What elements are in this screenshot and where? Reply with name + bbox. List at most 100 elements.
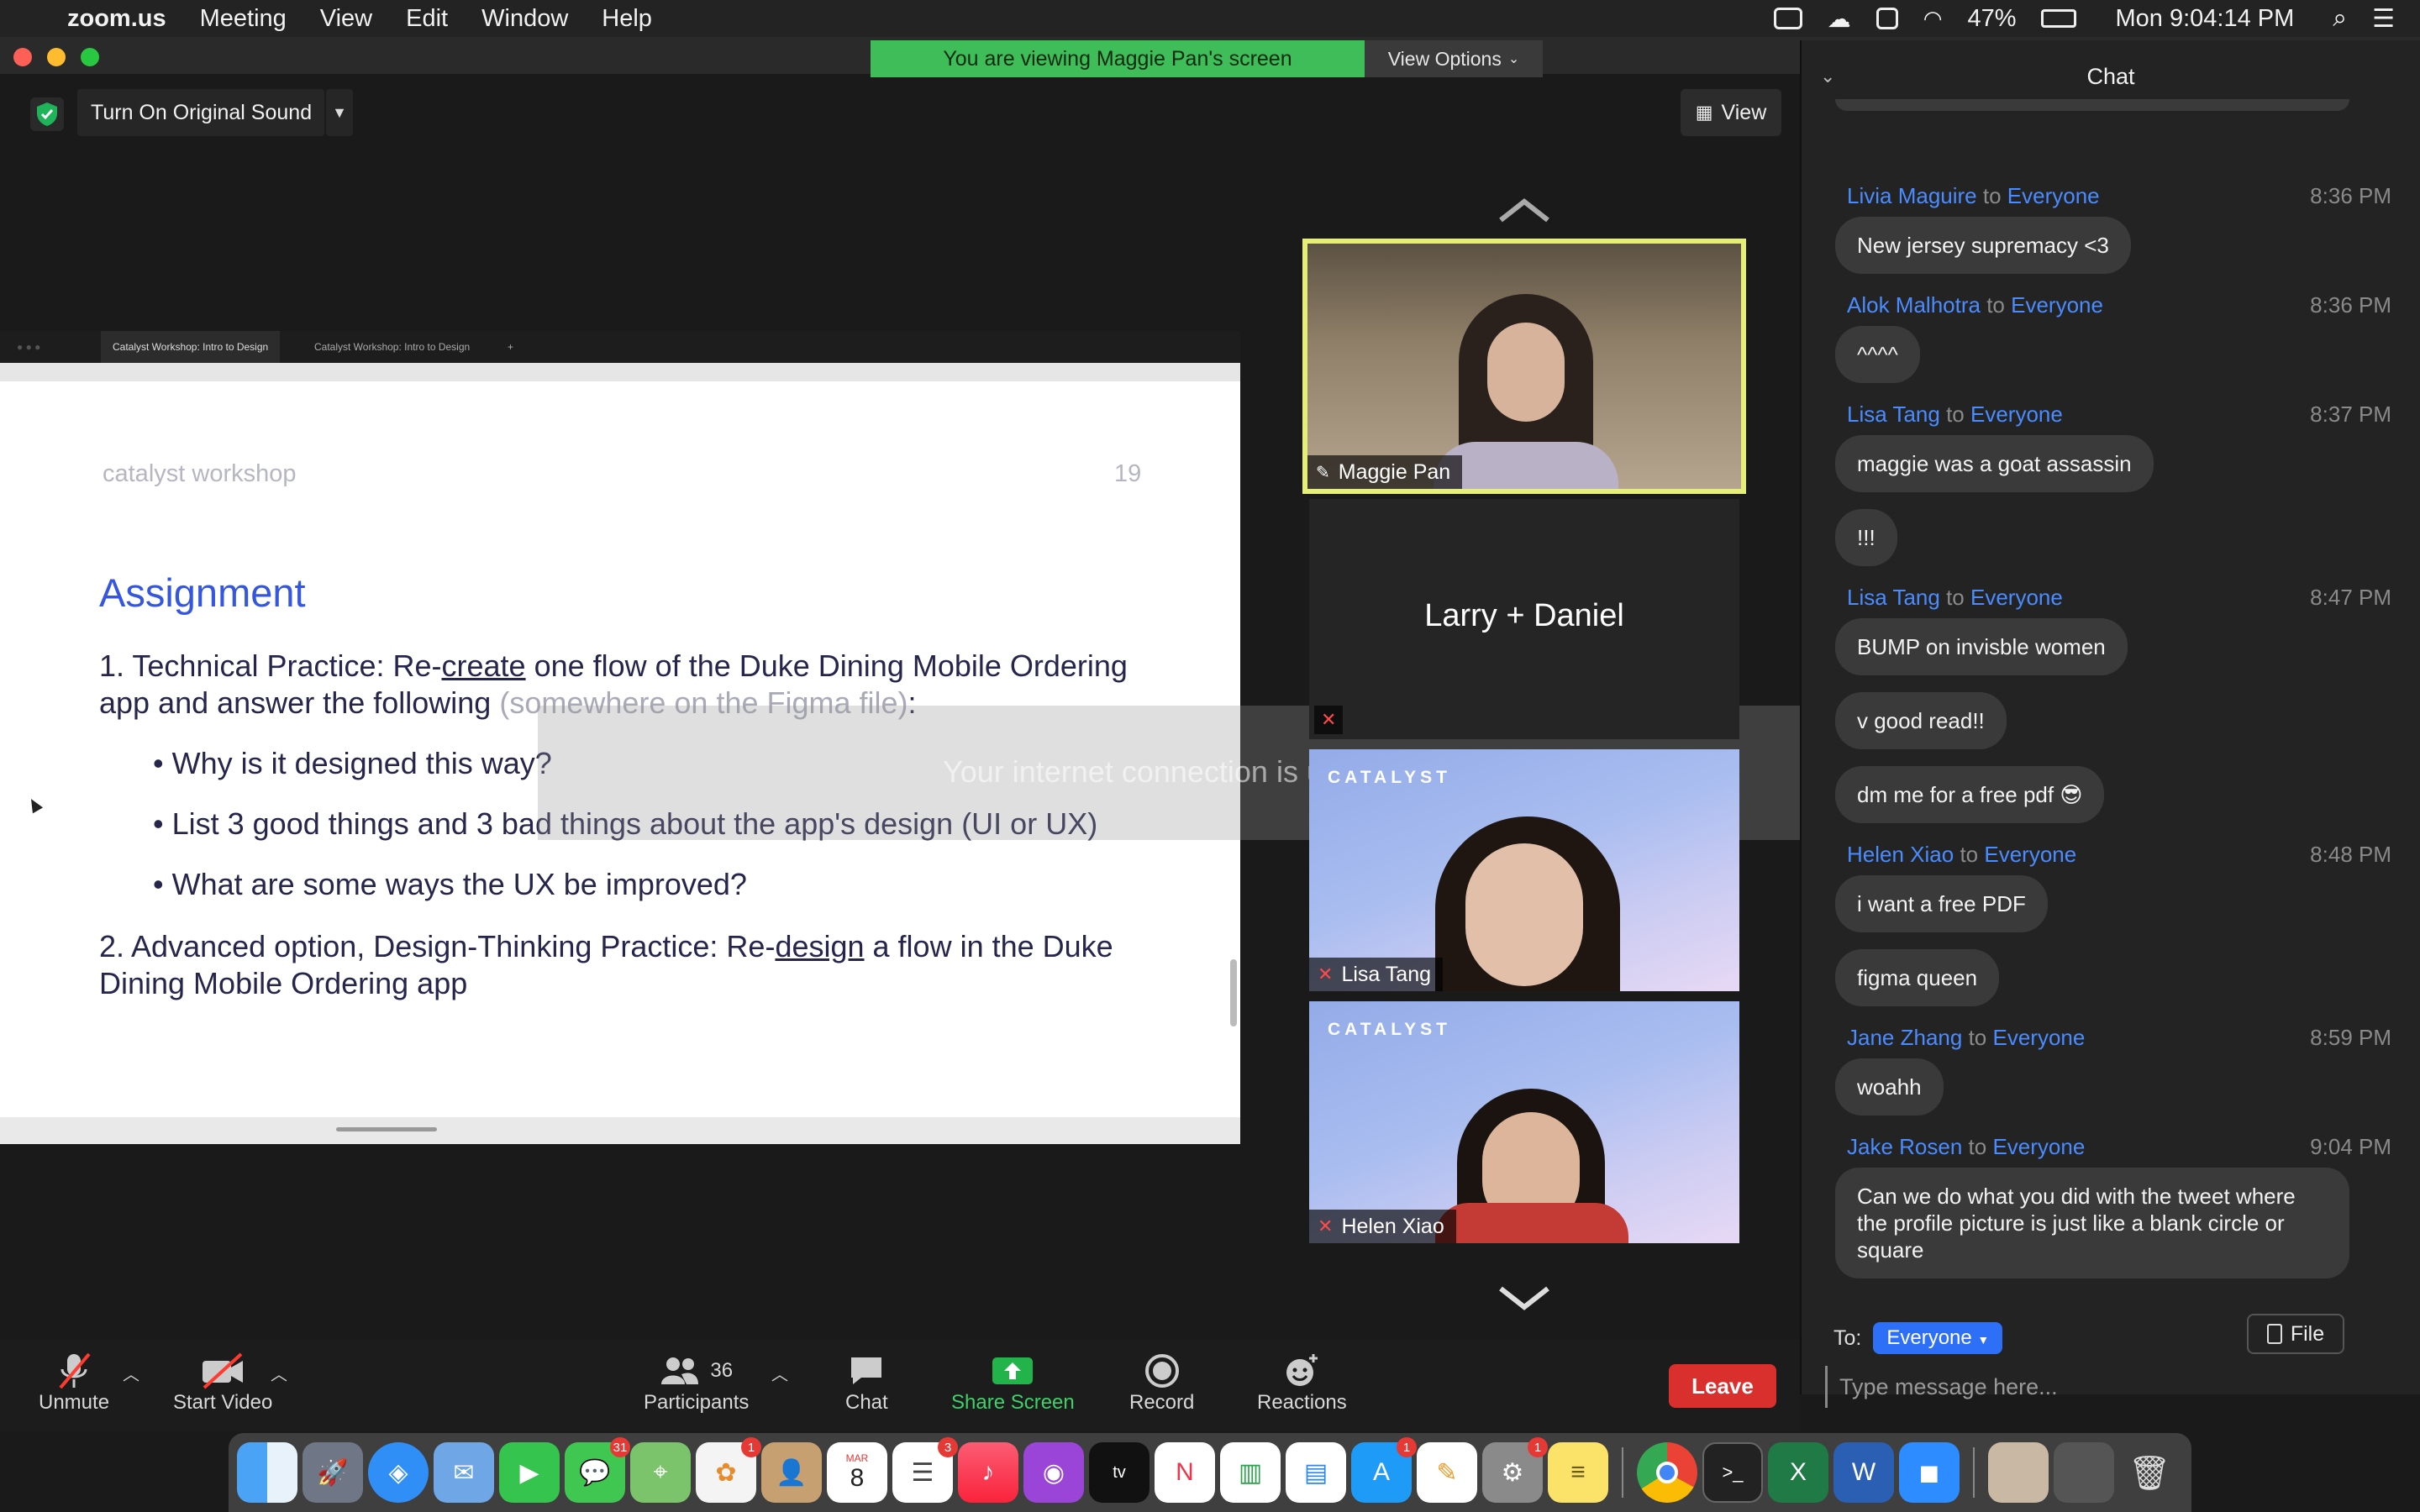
start-video-button[interactable]: Start Video	[173, 1351, 272, 1415]
view-options-button[interactable]: View Options ⌄	[1365, 40, 1543, 77]
app-store-icon[interactable]: A1	[1351, 1437, 1417, 1503]
maps-icon[interactable]: ⌖	[630, 1442, 691, 1503]
numbers-icon[interactable]: ▥	[1220, 1442, 1281, 1503]
close-window-button[interactable]	[13, 48, 32, 66]
chat-to-word: to	[1946, 402, 1965, 427]
menu-help[interactable]: Help	[602, 5, 652, 33]
menu-meeting[interactable]: Meeting	[200, 5, 287, 33]
chat-message-bubble: dm me for a free pdf 😎	[1835, 766, 2105, 823]
chat-recipient-dropdown[interactable]: Everyone ▼	[1873, 1322, 2003, 1354]
music-icon[interactable]: ♪	[958, 1442, 1018, 1503]
reactions-button[interactable]: Reactions	[1257, 1351, 1347, 1415]
system-preferences-icon[interactable]: ⚙ 1	[1482, 1437, 1548, 1503]
terminal-icon[interactable]: >_	[1702, 1442, 1763, 1503]
audio-options-caret-icon[interactable]: ︿	[123, 1361, 139, 1385]
spotlight-search-icon[interactable]: ⌕	[2333, 4, 2347, 33]
meeting-toolbar: Unmute ︿ Start Video ︿ 36 Participants ︿…	[0, 1339, 1800, 1431]
record-button[interactable]: Record	[1129, 1351, 1194, 1415]
participants-icon: 36	[660, 1351, 733, 1391]
calendar-icon[interactable]: MAR 8	[827, 1442, 887, 1503]
shared-toolbar-strip	[0, 363, 1240, 381]
battery-icon[interactable]	[2041, 9, 2077, 28]
encryption-shield-icon[interactable]	[30, 97, 64, 131]
pages-icon[interactable]: ✎	[1417, 1442, 1477, 1503]
shared-scroll-indicator[interactable]	[336, 1127, 437, 1131]
slide-bullet-1-text: Why is it designed this way?	[171, 746, 552, 780]
chevron-down-icon[interactable]: ⌄	[1820, 66, 1835, 87]
chat-panel: ⌄ Chat Livia Maguire to Everyone 8:36 PM…	[1800, 40, 2420, 1408]
share-screen-icon	[991, 1351, 1034, 1391]
downloads-stack-icon[interactable]	[1988, 1442, 2049, 1503]
news-icon[interactable]: N	[1155, 1442, 1215, 1503]
video-tile-larry-daniel[interactable]: Larry + Daniel ✕	[1309, 499, 1739, 739]
creative-cloud-icon[interactable]: ☁	[1828, 5, 1851, 33]
chat-message-bubble: figma queen	[1835, 949, 2000, 1006]
menu-edit[interactable]: Edit	[406, 5, 448, 33]
trash-icon[interactable]: 🗑	[2119, 1442, 2180, 1503]
contacts-icon[interactable]: 👤	[761, 1442, 822, 1503]
participants-button[interactable]: 36 Participants	[644, 1351, 749, 1415]
participants-label: Participants	[644, 1391, 750, 1414]
chat-sender-name[interactable]: Jake Rosen	[1847, 1134, 1962, 1159]
scroll-down-chevron-icon[interactable]	[1497, 1285, 1551, 1312]
zoom-app-icon[interactable]: ◼	[1899, 1442, 1960, 1503]
photos-icon[interactable]: ✿ 1	[696, 1437, 761, 1503]
chat-button[interactable]: Chat	[845, 1351, 888, 1415]
slide-item-2-line2: Dining Mobile Ordering app	[99, 966, 468, 1000]
reminders-icon[interactable]: ☰ 3	[892, 1437, 958, 1503]
scroll-up-chevron-icon[interactable]	[1497, 197, 1551, 223]
original-sound-dropdown-icon[interactable]: ▼	[326, 89, 353, 136]
share-screen-button[interactable]: Share Screen	[951, 1351, 1075, 1415]
original-sound-button[interactable]: Turn On Original Sound	[77, 89, 324, 136]
slide-scrollbar[interactable]	[1230, 959, 1237, 1026]
video-tile-helen-xiao[interactable]: CATALYST ✕ Helen Xiao	[1309, 1001, 1739, 1243]
chat-message-header: Lisa Tang to Everyone	[1847, 585, 2063, 611]
notes-icon[interactable]: ≡	[1548, 1442, 1608, 1503]
keynote-icon[interactable]: ▤	[1286, 1442, 1346, 1503]
unmute-button[interactable]: Unmute	[39, 1351, 109, 1415]
excel-icon[interactable]: X	[1768, 1442, 1828, 1503]
chat-sender-name[interactable]: Jane Zhang	[1847, 1025, 1962, 1050]
pinned-microphone-icon: ✎	[1316, 463, 1330, 482]
chat-message-bubble: Can we do what you did with the tweet wh…	[1835, 1168, 2349, 1278]
minimize-window-button[interactable]	[47, 48, 66, 66]
chat-sender-name[interactable]: Livia Maguire	[1847, 183, 1977, 208]
chat-sender-name[interactable]: Alok Malhotra	[1847, 292, 1981, 318]
menu-clock[interactable]: Mon 9:04:14 PM	[2115, 5, 2294, 33]
chrome-center-icon	[1656, 1462, 1678, 1483]
podcasts-icon[interactable]: ◉	[1023, 1442, 1084, 1503]
fullscreen-window-button[interactable]	[81, 48, 99, 66]
video-name-label-large: Larry + Daniel	[1424, 598, 1624, 633]
view-layout-button[interactable]: ▦ View	[1681, 89, 1781, 136]
chrome-icon[interactable]	[1637, 1442, 1697, 1503]
calendar-status-icon[interactable]	[1876, 8, 1898, 29]
zoom-status-icon[interactable]	[1773, 8, 1802, 29]
chat-sender-name[interactable]: Lisa Tang	[1847, 402, 1940, 427]
chat-message-time: 8:36 PM	[2310, 183, 2391, 208]
messages-icon[interactable]: 💬 31	[565, 1437, 630, 1503]
battery-percent[interactable]: 47%	[1967, 5, 2016, 33]
word-icon[interactable]: W	[1833, 1442, 1894, 1503]
facetime-icon[interactable]: ▶	[499, 1442, 560, 1503]
documents-stack-icon[interactable]	[2054, 1442, 2114, 1503]
chat-sender-name[interactable]: Helen Xiao	[1847, 842, 1954, 867]
chat-message-input[interactable]	[1825, 1366, 2396, 1408]
control-center-icon[interactable]: ☰	[2372, 4, 2395, 34]
menu-view[interactable]: View	[320, 5, 372, 33]
launchpad-icon[interactable]: 🚀	[302, 1442, 363, 1503]
safari-icon[interactable]: ◈	[368, 1442, 429, 1503]
apple-tv-icon[interactable]: tv	[1089, 1442, 1150, 1503]
file-share-button[interactable]: File	[2247, 1314, 2344, 1354]
menu-app-name[interactable]: zoom.us	[67, 5, 166, 33]
finder-icon[interactable]	[237, 1442, 297, 1503]
participants-caret-icon[interactable]: ︿	[771, 1361, 788, 1385]
wifi-icon[interactable]: ◠	[1923, 6, 1943, 32]
leave-meeting-button[interactable]: Leave	[1669, 1364, 1776, 1408]
video-tile-lisa-tang[interactable]: CATALYST ✕ Lisa Tang	[1309, 749, 1739, 991]
slide-bullet-3: • What are some ways the UX be improved?	[153, 867, 747, 901]
menu-window[interactable]: Window	[481, 5, 568, 33]
chat-sender-name[interactable]: Lisa Tang	[1847, 585, 1940, 610]
video-tile-maggie-pan[interactable]: ✎ Maggie Pan	[1302, 239, 1746, 494]
mail-icon[interactable]: ✉	[434, 1442, 494, 1503]
video-options-caret-icon[interactable]: ︿	[271, 1361, 287, 1385]
